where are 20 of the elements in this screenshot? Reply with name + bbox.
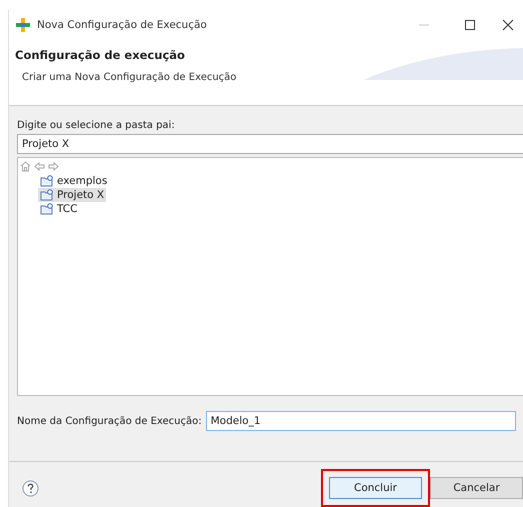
tree-item[interactable]: Projeto X [38, 188, 106, 202]
tree-item[interactable]: exemplos [38, 174, 110, 188]
app-icon [15, 17, 31, 33]
folder-field[interactable]: Projeto X [17, 134, 523, 154]
project-folder-icon [40, 175, 54, 187]
project-folder-icon [40, 189, 54, 201]
help-icon[interactable] [22, 480, 39, 496]
window-title: Nova Configuração de Execução [37, 19, 207, 31]
forward-arrow-icon[interactable] [48, 161, 59, 172]
name-label: Nome da Configuração de Execução: [17, 416, 202, 426]
home-icon[interactable] [20, 161, 31, 172]
dialog-button[interactable]: Concluir [329, 477, 422, 499]
page-title: Configuração de execução [15, 48, 186, 62]
page-description: Criar uma Nova Configuração de Execução [22, 72, 238, 83]
back-arrow-icon[interactable] [34, 161, 45, 172]
folder-label: Digite ou selecione a pasta pai: [17, 120, 176, 131]
tree-item[interactable]: TCC [38, 202, 80, 216]
project-folder-icon [40, 203, 54, 215]
dialog-button[interactable]: Cancelar [430, 477, 523, 499]
name-field[interactable]: Modelo_1 [206, 411, 516, 431]
